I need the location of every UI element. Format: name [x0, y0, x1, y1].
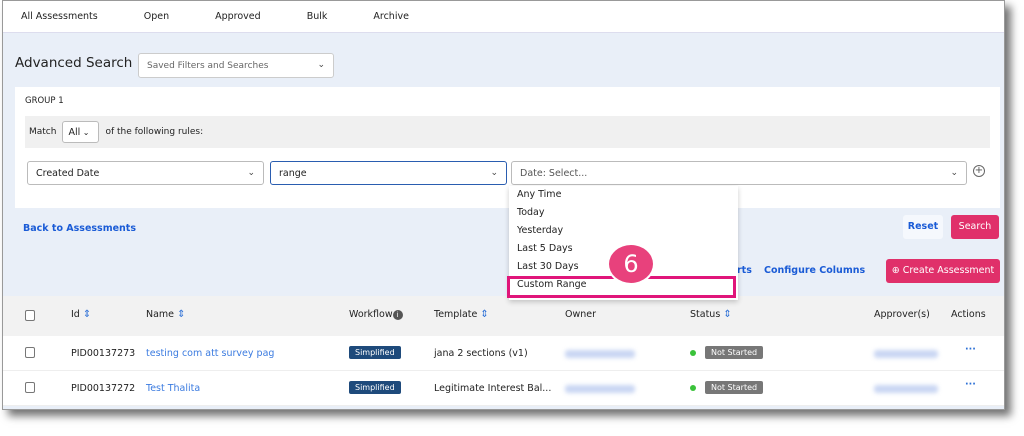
select-all-checkbox[interactable] — [25, 310, 35, 321]
match-value: All — [68, 127, 81, 138]
header-id[interactable]: Id ⇕ — [71, 309, 91, 320]
plus-circle-icon: ⊕ — [891, 265, 903, 276]
date-placeholder: Date: Select... — [520, 168, 588, 179]
row-id: PID00137273 — [71, 348, 136, 359]
owner-blurred — [565, 385, 635, 393]
saved-filters-placeholder: Saved Filters and Searches — [147, 61, 269, 71]
row-checkbox[interactable] — [25, 382, 35, 393]
header-workflow: Workflow i — [349, 309, 403, 320]
more-actions-icon[interactable]: ··· — [965, 379, 976, 390]
approver-blurred — [874, 385, 938, 393]
app-window: All Assessments Open Approved Bulk Archi… — [2, 0, 1005, 410]
chevron-down-icon: ⌄ — [247, 168, 255, 178]
workflow-badge: Simplified — [349, 381, 401, 394]
chevron-down-icon: ⌄ — [317, 60, 325, 70]
sort-icon: ⇕ — [82, 309, 92, 320]
status-dot — [690, 385, 696, 391]
filter-panel: GROUP 1 Match All ⌄ of the following rul… — [15, 87, 1000, 208]
tab-all-assessments[interactable]: All Assessments — [21, 11, 98, 22]
create-assessment-button[interactable]: ⊕ Create Assessment — [886, 259, 1000, 283]
back-to-assessments-link[interactable]: Back to Assessments — [23, 223, 136, 234]
header-label: Template — [434, 309, 478, 320]
reset-button[interactable]: Reset — [903, 215, 943, 239]
header-label: Status — [690, 309, 721, 320]
owner-blurred — [565, 350, 635, 358]
tab-archive[interactable]: Archive — [373, 11, 409, 22]
header-name[interactable]: Name ⇕ — [146, 309, 185, 320]
table-row: PID00137273 testing com att survey pag S… — [3, 336, 1004, 371]
date-select[interactable]: Date: Select... ⌄ — [511, 161, 967, 185]
sort-icon: ⇕ — [177, 309, 186, 320]
header-label: Name — [146, 309, 175, 320]
status-dot — [690, 350, 696, 356]
add-rule-icon[interactable]: + — [973, 165, 985, 177]
info-icon[interactable]: i — [392, 310, 403, 320]
header-approvers: Approver(s) — [874, 309, 930, 320]
create-assessment-label: Create Assessment — [902, 265, 995, 276]
header-label: Workflow — [349, 309, 393, 320]
step-badge: 6 — [607, 243, 655, 285]
table-row: PID00137272 Test Thalita Simplified Legi… — [3, 371, 1004, 406]
match-select[interactable]: All ⌄ — [62, 121, 100, 143]
option-yesterday[interactable]: Yesterday — [509, 222, 738, 240]
row-checkbox[interactable] — [25, 347, 35, 358]
table-header: Id ⇕ Name ⇕ Workflow i Template ⇕ Owner S… — [3, 296, 1004, 336]
chevron-down-icon: ⌄ — [490, 168, 498, 178]
match-suffix: of the following rules: — [105, 127, 204, 137]
workflow-badge: Simplified — [349, 346, 401, 359]
group-label: GROUP 1 — [25, 96, 64, 106]
option-any-time[interactable]: Any Time — [509, 186, 738, 204]
tab-bulk[interactable]: Bulk — [307, 11, 328, 22]
more-actions-icon[interactable]: ··· — [965, 344, 976, 355]
sort-icon: ⇕ — [723, 309, 732, 320]
header-owner: Owner — [565, 309, 597, 320]
status-badge: Not Started — [705, 381, 764, 394]
saved-filters-select[interactable]: Saved Filters and Searches ⌄ — [138, 53, 334, 78]
header-actions: Actions — [951, 309, 986, 320]
tab-bar: All Assessments Open Approved Bulk Archi… — [3, 1, 1004, 33]
header-label: Id — [71, 309, 80, 320]
search-button[interactable]: Search — [951, 215, 999, 239]
reports-link[interactable]: rts — [737, 265, 752, 276]
configure-columns-link[interactable]: Configure Columns — [764, 265, 865, 276]
header-status[interactable]: Status ⇕ — [690, 309, 732, 320]
field-value: Created Date — [36, 168, 100, 179]
tab-open[interactable]: Open — [144, 11, 169, 22]
match-row: Match All ⌄ of the following rules: — [25, 116, 990, 148]
operator-value: range — [279, 168, 307, 179]
operator-select[interactable]: range ⌄ — [270, 161, 507, 185]
row-template: Legitimate Interest Bal... — [434, 383, 552, 394]
header-template[interactable]: Template ⇕ — [434, 309, 489, 320]
option-today[interactable]: Today — [509, 204, 738, 222]
row-template: jana 2 sections (v1) — [434, 348, 528, 359]
match-prefix: Match — [29, 127, 57, 137]
row-name-link[interactable]: Test Thalita — [146, 383, 200, 394]
chevron-down-icon: ⌄ — [80, 128, 90, 137]
approver-blurred — [874, 350, 938, 358]
row-name-link[interactable]: testing com att survey pag — [146, 348, 274, 359]
sort-icon: ⇕ — [480, 309, 489, 320]
chevron-down-icon: ⌄ — [950, 168, 958, 178]
row-id: PID00137272 — [71, 383, 136, 394]
field-select[interactable]: Created Date ⌄ — [27, 161, 264, 185]
page-title: Advanced Search — [15, 55, 133, 71]
tab-approved[interactable]: Approved — [215, 11, 261, 22]
status-badge: Not Started — [705, 346, 764, 359]
